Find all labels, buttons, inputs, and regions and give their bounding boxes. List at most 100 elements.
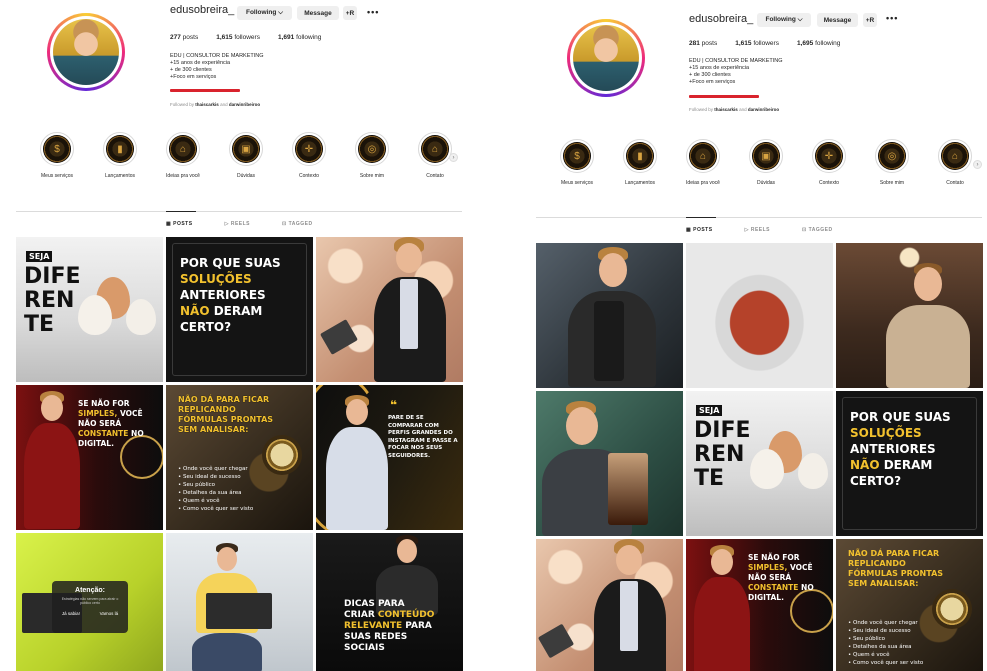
laptop — [206, 593, 272, 629]
dollar-icon: $ — [43, 135, 71, 163]
following-count[interactable]: 1,695 following — [797, 40, 840, 47]
attention-card: Atenção: Estratégias não servem para atr… — [52, 581, 128, 633]
highlight-sobre-mim[interactable]: ◎ Sobre mim — [874, 139, 910, 186]
tag-icon: ⊡ — [282, 221, 287, 227]
profile-panel-left: edusobreira_ Following ⌵ Message +R ••• … — [0, 0, 472, 671]
quote-icon: ❝ — [390, 398, 398, 412]
highlight-meus-servicos[interactable]: $ Meus serviços — [39, 132, 75, 179]
avatar[interactable] — [50, 16, 122, 88]
tablet — [537, 623, 575, 659]
highlight-ideias[interactable]: ⌂ Ideias pra você — [685, 139, 721, 186]
more-options-icon[interactable]: ••• — [886, 13, 898, 23]
more-options-icon[interactable]: ••• — [367, 7, 379, 17]
highlight-contexto[interactable]: ✛ Contexto — [291, 132, 327, 179]
highlight-lancamentos[interactable]: ▮ Lançamentos — [102, 132, 138, 179]
post-se-nao-for-simples[interactable]: SE NÃO FOR SIMPLES, VOCÊ NÃO SERÁ CONSTA… — [16, 385, 163, 530]
avatar-photo — [53, 19, 119, 85]
highlight-meus-servicos[interactable]: $ Meus serviços — [559, 139, 595, 186]
post-nao-da-para-ficar[interactable]: NÃO DÁ PARA FICAR REPLICANDO FÓRMULAS PR… — [836, 539, 983, 671]
post-photo-tablet[interactable] — [536, 539, 683, 671]
screen-icon: ▣ — [752, 142, 780, 170]
bio-line: +Foco em serviços — [689, 79, 736, 85]
posts-count: 277 posts — [170, 34, 199, 41]
following-count[interactable]: 1,691 following — [278, 34, 321, 41]
tag-icon: ⊡ — [802, 227, 807, 233]
post-photo-cafe[interactable] — [536, 391, 683, 536]
post-pare-de-se-comparar[interactable]: ❝ PARE DE SE COMPARAR COM PERFIS GRANDES… — [316, 385, 463, 530]
divider — [536, 217, 982, 218]
store-icon: ⌂ — [169, 135, 197, 163]
tab-tagged[interactable]: ⊡ TAGGED — [282, 221, 313, 227]
tab-posts[interactable]: ▦ POSTS — [166, 221, 193, 227]
post-photo-gym-selfie[interactable] — [536, 243, 683, 388]
post-por-que-suas-solucoes[interactable]: POR QUE SUAS SOLUÇÕES ANTERIORES NÃO DER… — [166, 237, 313, 382]
post-dicas-para-criar-conteudo[interactable]: DICAS PARA CRIAR CONTEÚDO RELEVANTE PARA… — [316, 533, 463, 671]
ja-sabia-button: Já sabia! — [61, 611, 80, 616]
reels-icon: ▷ — [224, 221, 229, 227]
tab-reels[interactable]: ▷ REELS — [745, 227, 770, 233]
followers-count[interactable]: 1,615 followers — [216, 34, 260, 41]
profile-avatar-ring[interactable] — [567, 19, 645, 97]
bio-title: EDU | CONSULTOR DE MARKETING — [170, 53, 264, 59]
grid-icon: ▦ — [166, 221, 172, 227]
profile-avatar-ring[interactable] — [47, 13, 125, 91]
highlight-duvidas[interactable]: ▣ Dúvidas — [228, 132, 264, 179]
followers-count[interactable]: 1,615 followers — [735, 40, 779, 47]
profile-tabs: ▦ POSTS ▷ REELS ⊡ TAGGED — [686, 227, 833, 233]
post-photo-theater[interactable] — [836, 243, 983, 388]
avatar-photo — [573, 25, 639, 91]
followed-by-text: Followed by thaiscarkis and darwinribeir… — [689, 107, 780, 112]
following-button[interactable]: Following ⌵ — [757, 13, 811, 27]
tab-reels[interactable]: ▷ REELS — [225, 221, 250, 227]
highlight-lancamentos[interactable]: ▮ Lançamentos — [622, 139, 658, 186]
compass-icon — [262, 435, 302, 475]
compass-icon: ✛ — [295, 135, 323, 163]
profile-stats: 281 posts 1,615 followers 1,695 followin… — [689, 40, 840, 47]
bio: EDU | CONSULTOR DE MARKETING +15 anos de… — [689, 58, 783, 86]
grid-icon: ▦ — [686, 227, 692, 233]
vamos-la-button: Vamos lá — [99, 611, 119, 616]
chevron-right-icon[interactable]: › — [449, 153, 458, 162]
posts-count: 281 posts — [689, 40, 718, 47]
highlight-contato[interactable]: ⌂ Contato — [417, 132, 453, 179]
highlight-sobre-mim[interactable]: ◎ Sobre mim — [354, 132, 390, 179]
screen-icon: ▣ — [232, 135, 260, 163]
profile-tabs: ▦ POSTS ▷ REELS ⊡ TAGGED — [166, 221, 313, 227]
compass-icon — [932, 589, 972, 629]
post-atencao[interactable]: Atenção: Estratégias não servem para atr… — [16, 533, 163, 671]
active-tab-indicator — [686, 217, 716, 218]
tab-posts[interactable]: ▦ POSTS — [686, 227, 713, 233]
post-seja-diferente[interactable]: SEJA DIFE REN TE — [686, 391, 833, 536]
drink-glass — [608, 453, 648, 525]
posts-grid: SEJA DIFE REN TE POR QUE SUAS SOLUÇÕES A… — [16, 237, 463, 671]
post-photo-food[interactable] — [686, 243, 833, 388]
highlight-ideias[interactable]: ⌂ Ideias pra você — [165, 132, 201, 179]
bio-line: +15 anos de experiência — [170, 60, 231, 66]
divider — [16, 211, 462, 212]
chevron-right-icon[interactable]: › — [973, 160, 982, 169]
avatar[interactable] — [570, 22, 642, 94]
highlight-duvidas[interactable]: ▣ Dúvidas — [748, 139, 784, 186]
post-photo-laptop[interactable] — [166, 533, 313, 671]
message-button[interactable]: Message — [817, 13, 858, 27]
store-icon: ⌂ — [421, 135, 449, 163]
tab-tagged[interactable]: ⊡ TAGGED — [802, 227, 833, 233]
profile-panel-right: edusobreira_ Following ⌵ Message +R ••• … — [518, 0, 987, 671]
post-seja-diferente[interactable]: SEJA DIFE REN TE — [16, 237, 163, 382]
bio: EDU | CONSULTOR DE MARKETING +15 anos de… — [170, 53, 264, 81]
following-button[interactable]: Following ⌵ — [237, 6, 292, 20]
post-por-que-suas-solucoes[interactable]: POR QUE SUAS SOLUÇÕES ANTERIORES NÃO DER… — [836, 391, 983, 536]
add-person-button[interactable]: +R — [863, 13, 877, 27]
bio-line: + de 300 clientes — [170, 67, 212, 73]
highlight-contexto[interactable]: ✛ Contexto — [811, 139, 847, 186]
add-person-button[interactable]: +R — [343, 6, 357, 20]
post-nao-da-para-ficar[interactable]: NÃO DÁ PARA FICAR REPLICANDO FÓRMULAS PR… — [166, 385, 313, 530]
post-se-nao-for-simples[interactable]: SE NÃO FOR SIMPLES, VOCÊ NÃO SERÁ CONSTA… — [686, 539, 833, 671]
message-button[interactable]: Message — [297, 6, 339, 20]
red-underline-annotation — [689, 95, 759, 98]
phone — [594, 301, 624, 381]
chart-icon: ▮ — [626, 142, 654, 170]
compass-icon: ✛ — [815, 142, 843, 170]
highlight-contato[interactable]: ⌂ Contato — [937, 139, 973, 186]
post-photo-tablet[interactable] — [316, 237, 463, 382]
